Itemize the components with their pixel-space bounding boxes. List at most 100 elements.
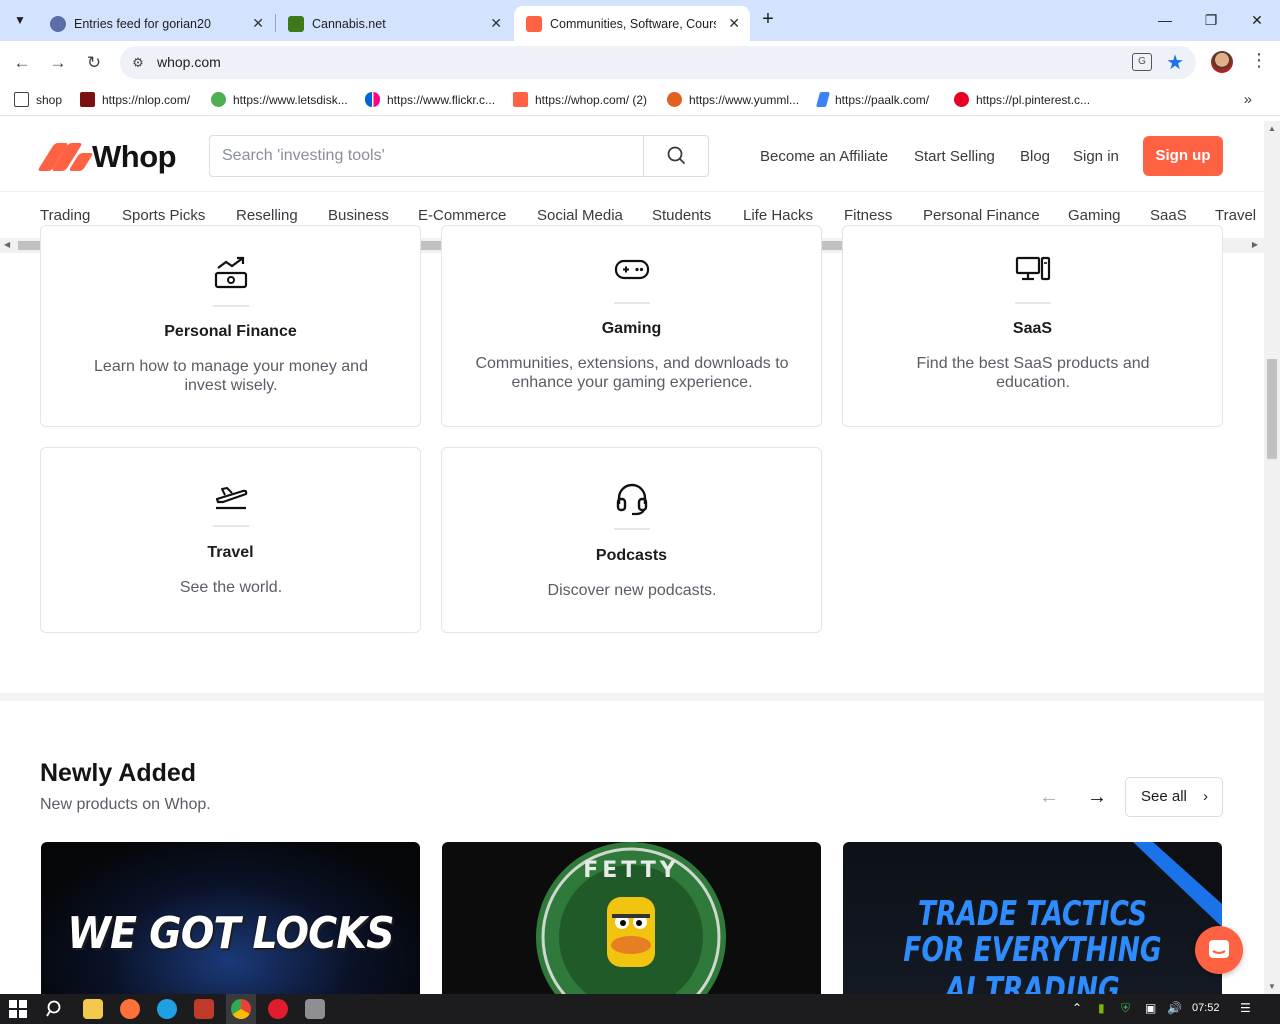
- search-bar: [209, 135, 709, 177]
- scrollbar-thumb[interactable]: [1267, 359, 1277, 459]
- whop-logo-icon: [37, 143, 94, 171]
- minimize-icon[interactable]: —: [1150, 8, 1180, 32]
- category-gaming[interactable]: Gaming: [1068, 207, 1121, 224]
- category-card-travel[interactable]: Travel See the world.: [40, 447, 421, 633]
- back-arrow-icon[interactable]: ←: [9, 50, 35, 76]
- category-card-gaming[interactable]: Gaming Communities, extensions, and down…: [441, 225, 822, 427]
- category-reselling[interactable]: Reselling: [236, 207, 298, 224]
- translate-icon[interactable]: G: [1132, 53, 1152, 71]
- scroll-up-icon[interactable]: ▲: [1268, 124, 1276, 133]
- page-scrollbar[interactable]: ▲ ▼: [1264, 121, 1280, 994]
- bookmark-folder-shop[interactable]: shop: [14, 92, 62, 107]
- reload-icon[interactable]: ↻: [81, 50, 107, 76]
- close-icon[interactable]: ✕: [728, 15, 740, 32]
- bookmark-item[interactable]: https://www.flickr.c...: [365, 92, 495, 107]
- bookmark-item[interactable]: https://pl.pinterest.c...: [954, 92, 1090, 107]
- scroll-left-icon[interactable]: ◀: [4, 240, 10, 249]
- category-card-personal-finance[interactable]: Personal Finance Learn how to manage you…: [40, 225, 421, 427]
- become-affiliate-link[interactable]: Become an Affiliate: [760, 148, 888, 165]
- security-shield-icon[interactable]: ⛨: [1121, 1001, 1130, 1016]
- see-all-button[interactable]: See all ›: [1125, 777, 1223, 817]
- bookmark-star-icon[interactable]: ★: [1166, 50, 1184, 75]
- sign-up-button[interactable]: Sign up: [1143, 136, 1223, 176]
- new-tab-plus-icon[interactable]: +: [757, 8, 779, 30]
- card-title: Personal Finance: [164, 323, 297, 340]
- tab-search-chevron-icon[interactable]: ▼: [8, 8, 32, 32]
- notifications-icon[interactable]: ☰: [1240, 1001, 1251, 1015]
- carousel-prev-arrow-icon[interactable]: ←: [1037, 785, 1061, 809]
- opera-icon[interactable]: [268, 999, 288, 1019]
- nvidia-tray-icon[interactable]: ▮: [1098, 1001, 1105, 1015]
- chat-support-button[interactable]: [1195, 926, 1243, 974]
- start-selling-link[interactable]: Start Selling: [914, 148, 995, 165]
- bookmark-item[interactable]: https://nlop.com/: [80, 92, 190, 107]
- file-explorer-icon[interactable]: [83, 999, 103, 1019]
- site-settings-icon[interactable]: ⚙: [128, 53, 148, 73]
- scroll-down-icon[interactable]: ▼: [1268, 982, 1276, 991]
- browser-tab-1[interactable]: Entries feed for gorian20 ✕: [38, 6, 274, 41]
- browser-menu-icon[interactable]: ⋮: [1250, 50, 1268, 71]
- taskbar-clock[interactable]: 07:52: [1192, 1002, 1220, 1014]
- more-bookmarks-chevron-icon[interactable]: »: [1244, 91, 1252, 108]
- bookmark-item[interactable]: https://paalk.com/: [815, 92, 929, 107]
- card-divider: [613, 528, 650, 530]
- category-students[interactable]: Students: [652, 207, 711, 224]
- category-e-commerce[interactable]: E-Commerce: [418, 207, 506, 224]
- bookmark-label: https://www.flickr.c...: [387, 92, 496, 107]
- category-card-podcasts[interactable]: Podcasts Discover new podcasts.: [441, 447, 822, 633]
- category-fitness[interactable]: Fitness: [844, 207, 892, 224]
- card-description: Learn how to manage your money and inves…: [94, 358, 368, 394]
- headphones-icon: [616, 483, 647, 516]
- app-game-icon[interactable]: [305, 999, 325, 1019]
- gamepad-icon: [614, 259, 649, 280]
- address-url[interactable]: whop.com: [157, 54, 221, 70]
- product-card-we-got-locks[interactable]: WE GOT LOCKS: [41, 842, 420, 994]
- windows-start-icon[interactable]: [9, 1000, 27, 1018]
- profile-avatar[interactable]: [1211, 51, 1233, 73]
- windows-taskbar: ⌃ ▮ ⛨ ▣ 🔊 07:52 ☰: [0, 994, 1280, 1024]
- sign-in-link[interactable]: Sign in: [1073, 148, 1119, 165]
- search-input[interactable]: [210, 136, 644, 176]
- restore-icon[interactable]: ❐: [1196, 8, 1226, 32]
- close-icon[interactable]: ✕: [252, 15, 264, 32]
- category-personal-finance[interactable]: Personal Finance: [923, 207, 1040, 224]
- bookmark-item[interactable]: https://www.letsdisk...: [211, 92, 348, 107]
- chrome-icon[interactable]: [231, 999, 251, 1019]
- folder-icon: [14, 92, 29, 107]
- category-social-media[interactable]: Social Media: [537, 207, 623, 224]
- edge-icon[interactable]: [157, 999, 177, 1019]
- browser-tab-2[interactable]: Cannabis.net ✕: [276, 6, 512, 41]
- window-close-icon[interactable]: ✕: [1242, 8, 1272, 32]
- volume-icon[interactable]: 🔊: [1167, 1001, 1182, 1015]
- category-life-hacks[interactable]: Life Hacks: [743, 207, 813, 224]
- chevron-right-icon: ›: [1203, 788, 1208, 805]
- tray-chevron-up-icon[interactable]: ⌃: [1072, 1001, 1082, 1015]
- product-card-fetty[interactable]: FETTY: [442, 842, 821, 994]
- card-title: Podcasts: [595, 547, 668, 564]
- whop-logo[interactable]: Whop: [37, 139, 177, 175]
- category-saas[interactable]: SaaS: [1150, 207, 1187, 224]
- taskbar-search-icon[interactable]: [46, 1000, 64, 1018]
- card-title: SaaS: [1012, 320, 1053, 337]
- product-card-trade-tactics[interactable]: TRADE TACTICS FOR EVERYTHING AI TRADING: [843, 842, 1222, 994]
- category-trading[interactable]: Trading: [40, 207, 90, 224]
- product-image-text-line1: TRADE TACTICS: [917, 894, 1148, 934]
- address-bar[interactable]: ⚙ whop.com G ★: [120, 46, 1196, 79]
- bookmark-item[interactable]: https://www.yumml...: [667, 92, 799, 107]
- close-icon[interactable]: ✕: [490, 15, 502, 32]
- card-divider: [212, 305, 249, 307]
- scroll-right-icon[interactable]: ▶: [1252, 240, 1258, 249]
- search-button[interactable]: [643, 136, 708, 176]
- app-star-icon[interactable]: [194, 999, 214, 1019]
- forward-arrow-icon[interactable]: →: [45, 50, 71, 76]
- blog-link[interactable]: Blog: [1020, 148, 1050, 165]
- category-business[interactable]: Business: [328, 207, 389, 224]
- bookmark-item[interactable]: https://whop.com/ (2): [513, 92, 647, 107]
- category-travel[interactable]: Travel: [1215, 207, 1256, 224]
- category-card-saas[interactable]: SaaS Find the best SaaS products and edu…: [842, 225, 1223, 427]
- category-sports-picks[interactable]: Sports Picks: [122, 207, 205, 224]
- network-icon[interactable]: ▣: [1145, 1001, 1156, 1015]
- browser-tab-active[interactable]: Communities, Software, Courses ✕: [514, 6, 750, 41]
- carousel-next-arrow-icon[interactable]: →: [1085, 785, 1109, 809]
- firefox-icon[interactable]: [120, 999, 140, 1019]
